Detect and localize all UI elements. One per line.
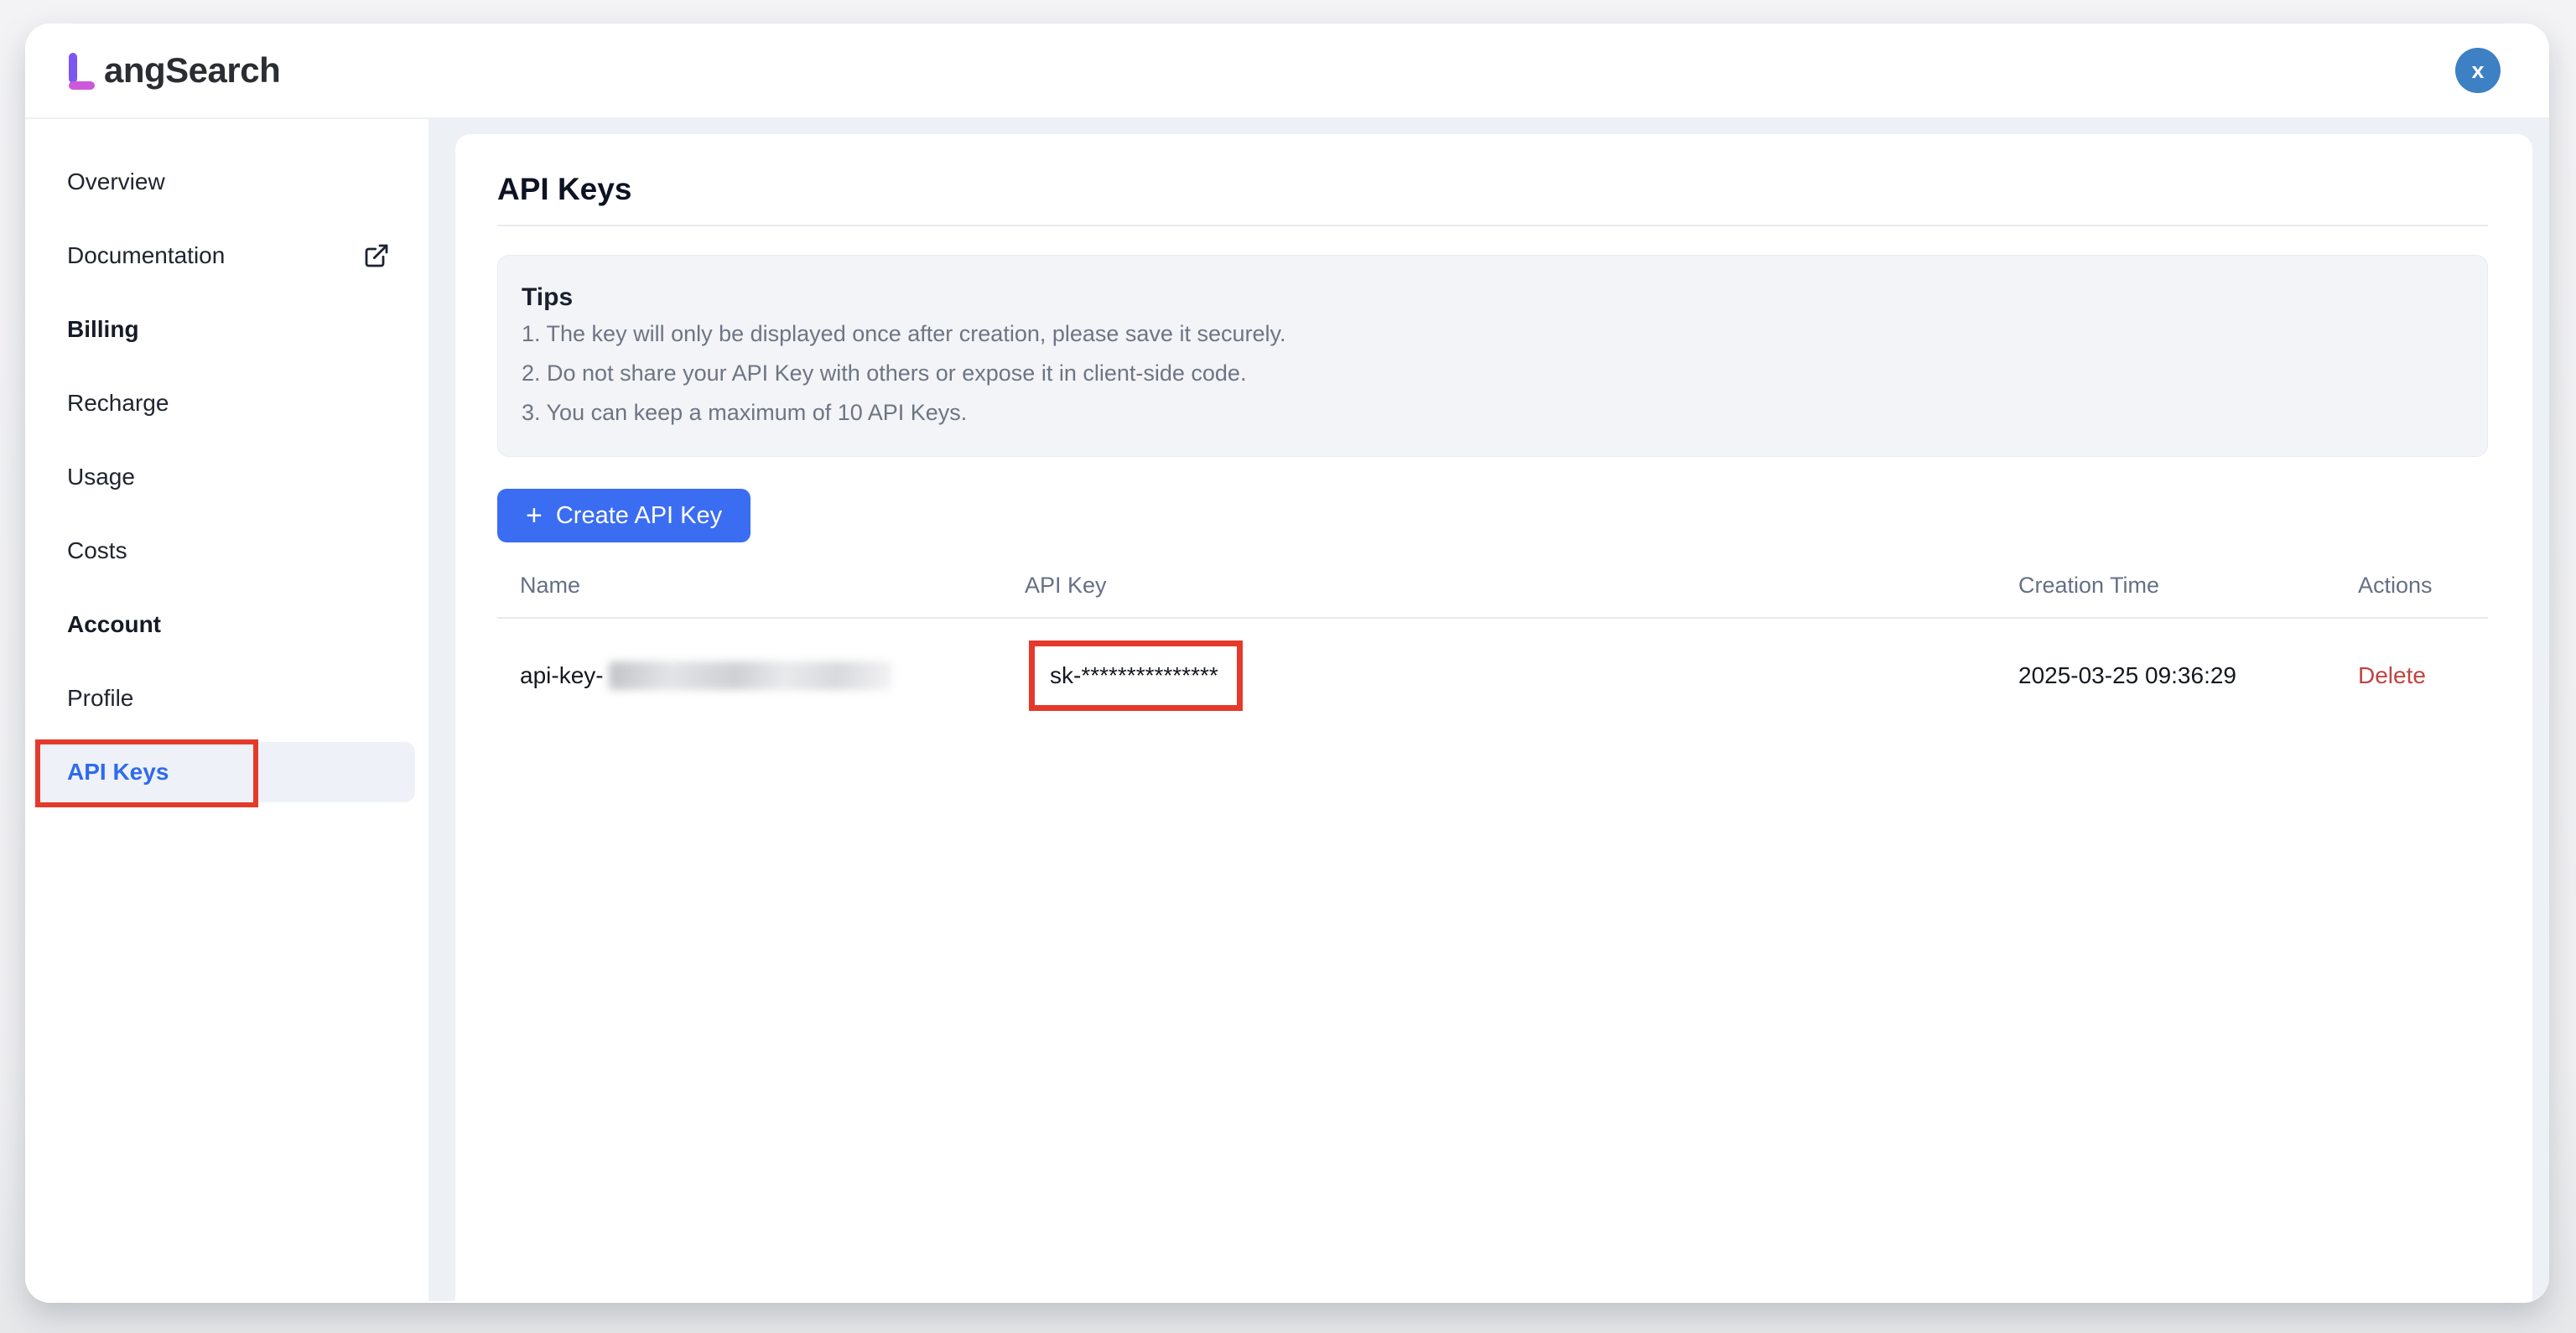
actions-cell: Delete [2335, 662, 2488, 689]
api-key-value-cell: sk-*************** [1002, 641, 1996, 711]
plus-icon: + [526, 501, 543, 530]
sidebar-item-costs[interactable]: Costs [35, 521, 415, 581]
brand-logo-l-icon [69, 51, 99, 90]
annotation-box-api-key: sk-*************** [1029, 641, 1243, 711]
brand-name: angSearch [104, 50, 280, 91]
page-title: API Keys [497, 171, 2488, 208]
column-header-creation-time: Creation Time [1996, 573, 2335, 599]
column-header-api-key: API Key [1002, 573, 1996, 599]
api-keys-table: Name API Key Creation Time Actions api-k… [497, 554, 2488, 721]
avatar-initial: x [2471, 58, 2484, 84]
api-keys-panel: API Keys Tips 1. The key will only be di… [455, 134, 2532, 1301]
tips-item-3: 3. You can keep a maximum of 10 API Keys… [522, 393, 2457, 433]
brand-logo: angSearch [69, 50, 280, 91]
sidebar-item-api-keys[interactable]: API Keys [35, 742, 415, 802]
table-header-row: Name API Key Creation Time Actions [497, 554, 2488, 619]
sidebar-section-account: Account [35, 594, 415, 655]
delete-button[interactable]: Delete [2358, 662, 2426, 688]
app-window: angSearch x Overview Documentation [25, 23, 2549, 1303]
table-row: api-key- sk-*************** 2025-03-25 0… [497, 619, 2488, 721]
sidebar-item-usage[interactable]: Usage [35, 447, 415, 507]
api-key-name-prefix: api-key- [520, 662, 604, 689]
tips-box: Tips 1. The key will only be displayed o… [497, 255, 2488, 457]
create-api-key-label: Create API Key [556, 502, 722, 530]
api-key-name-cell: api-key- [497, 661, 1002, 690]
sidebar-section-billing: Billing [35, 299, 415, 360]
content-area: API Keys Tips 1. The key will only be di… [428, 119, 2549, 1301]
sidebar-item-recharge[interactable]: Recharge [35, 373, 415, 433]
logo-horizontal-bar [69, 81, 95, 90]
user-avatar[interactable]: x [2455, 48, 2501, 93]
tips-item-1: 1. The key will only be displayed once a… [522, 314, 2457, 354]
creation-time-cell: 2025-03-25 09:36:29 [1996, 662, 2335, 689]
masked-api-key: sk-*************** [1050, 662, 1218, 688]
sidebar-item-documentation[interactable]: Documentation [35, 226, 415, 286]
title-divider [497, 225, 2488, 226]
column-header-actions: Actions [2335, 573, 2488, 599]
tips-heading: Tips [522, 281, 2457, 314]
external-link-icon [363, 242, 390, 269]
sidebar-item-profile[interactable]: Profile [35, 668, 415, 729]
sidebar-nav: Overview Documentation Billing Recharge [25, 119, 428, 1301]
logo-vertical-bar [69, 53, 77, 83]
column-header-name: Name [497, 573, 1002, 599]
create-api-key-button[interactable]: + Create API Key [497, 489, 750, 542]
tips-item-2: 2. Do not share your API Key with others… [522, 354, 2457, 393]
top-header: angSearch x [25, 23, 2549, 119]
redacted-name-blur [609, 661, 892, 690]
sidebar-item-overview[interactable]: Overview [35, 152, 415, 212]
